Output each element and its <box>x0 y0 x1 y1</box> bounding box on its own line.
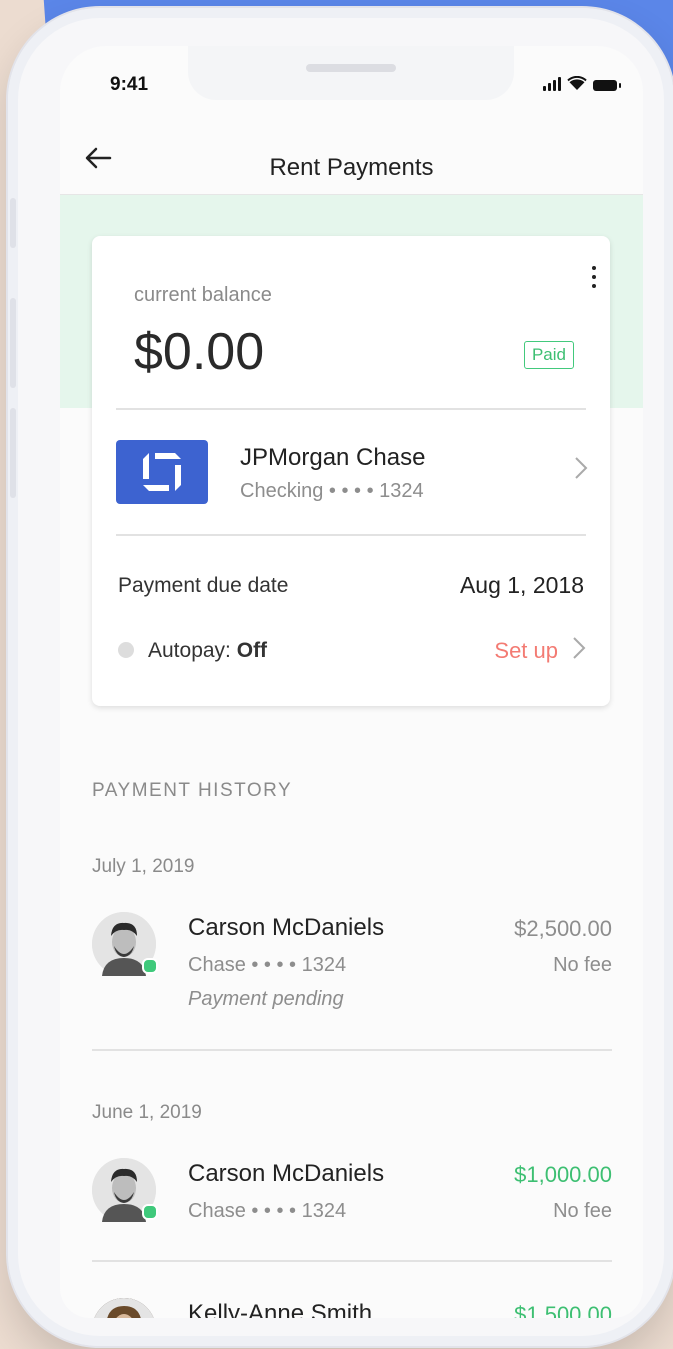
payment-amount: $1,000.00 <box>514 1162 612 1187</box>
phone-frame: 9:41 Rent Payments current balance $0.00… <box>8 8 673 1346</box>
payment-amount: $1,500.00 <box>514 1302 612 1318</box>
notch <box>188 46 514 100</box>
bank-name[interactable]: JPMorgan Chase <box>240 444 425 472</box>
side-button <box>10 198 16 248</box>
online-indicator <box>142 958 158 974</box>
chevron-right-icon[interactable] <box>572 636 586 667</box>
more-options-icon[interactable] <box>592 266 596 293</box>
signal-icon <box>543 77 561 91</box>
status-badge: Paid <box>523 341 574 369</box>
balance-value: $0.00 <box>134 323 265 381</box>
due-date-value: Aug 1, 2018 <box>459 572 584 598</box>
divider <box>92 1260 612 1262</box>
due-date-label: Payment due date <box>118 574 289 597</box>
online-indicator <box>142 1204 158 1220</box>
person-avatar-icon <box>94 1298 154 1318</box>
nav-bar: Rent Payments <box>60 132 643 196</box>
side-button <box>10 408 16 498</box>
page-title: Rent Payments <box>269 154 434 181</box>
payer-name[interactable]: Kelly-Anne Smith <box>188 1300 372 1318</box>
balance-label: current balance <box>134 284 272 306</box>
status-icons <box>543 76 621 91</box>
divider <box>116 408 586 410</box>
speaker <box>306 64 396 72</box>
divider <box>116 534 586 536</box>
bank-account: Checking • • • • 1324 <box>240 480 424 502</box>
payer-name[interactable]: Carson McDaniels <box>188 1160 384 1188</box>
payer-account: Chase • • • • 1324 <box>188 954 347 976</box>
payer-name[interactable]: Carson McDaniels <box>188 914 384 942</box>
divider <box>92 1049 612 1051</box>
balance-card: current balance $0.00 Paid JPMorgan Chas… <box>92 236 610 706</box>
payment-fee: No fee <box>553 1200 612 1222</box>
side-button <box>10 298 16 388</box>
avatar <box>92 1158 158 1222</box>
autopay-status-dot <box>118 642 134 658</box>
payment-fee: No fee <box>553 954 612 976</box>
history-date: July 1, 2019 <box>92 856 195 877</box>
section-title: PAYMENT HISTORY <box>92 780 293 801</box>
bank-logo-icon <box>116 440 208 504</box>
avatar <box>92 1298 156 1318</box>
status-time: 9:41 <box>110 74 149 95</box>
payment-status: Payment pending <box>188 988 344 1010</box>
app-screen: 9:41 Rent Payments current balance $0.00… <box>60 46 643 1318</box>
chevron-right-icon[interactable] <box>574 456 588 487</box>
avatar <box>92 912 158 976</box>
payer-account: Chase • • • • 1324 <box>188 1200 347 1222</box>
wifi-icon <box>567 76 587 90</box>
autopay-value: Off <box>236 639 268 662</box>
history-date: June 1, 2019 <box>92 1102 202 1123</box>
setup-autopay-link[interactable]: Set up <box>494 638 558 664</box>
autopay-label: Autopay: Off <box>148 639 268 662</box>
battery-icon <box>593 80 621 91</box>
payment-amount: $2,500.00 <box>514 916 612 941</box>
